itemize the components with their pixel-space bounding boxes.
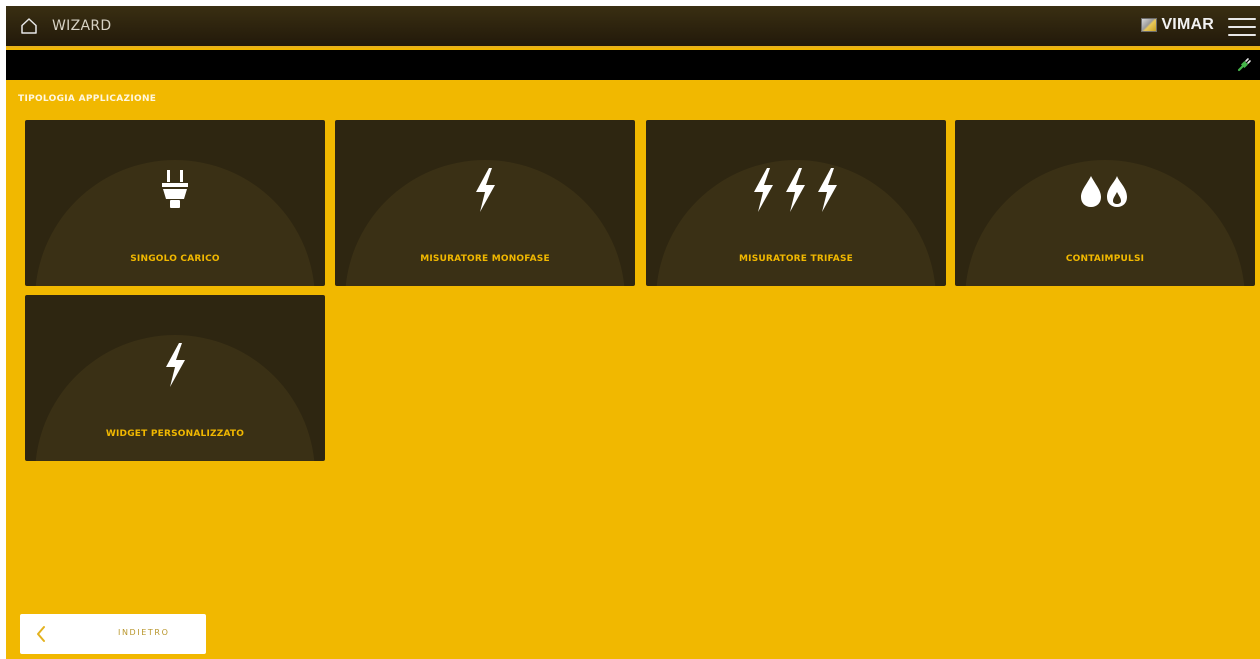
tile-widget-personalizzato[interactable]: WIDGET PERSONALIZZATO bbox=[25, 295, 325, 461]
brand-logo: VIMAR bbox=[1141, 16, 1214, 34]
hamburger-menu-icon[interactable] bbox=[1228, 15, 1256, 39]
back-button[interactable]: INDIETRO bbox=[20, 614, 206, 654]
back-button-label: INDIETRO bbox=[118, 628, 170, 637]
tile-label: MISURATORE MONOFASE bbox=[420, 254, 550, 264]
lightning-icon bbox=[476, 168, 495, 212]
vimar-logo-icon bbox=[1141, 18, 1158, 32]
home-icon bbox=[21, 18, 37, 34]
brand-name: VIMAR bbox=[1161, 16, 1214, 33]
tile-singolo-carico[interactable]: SINGOLO CARICO bbox=[25, 120, 325, 286]
screen-frame: WIZARD VIMAR TIPOLOGIA APPLICAZIONE SING… bbox=[0, 0, 1260, 659]
lightning-icon bbox=[166, 343, 185, 387]
tile-label: WIDGET PERSONALIZZATO bbox=[105, 429, 245, 439]
plug-connected-icon bbox=[1237, 58, 1251, 72]
app-window: WIZARD VIMAR TIPOLOGIA APPLICAZIONE SING… bbox=[6, 6, 1260, 659]
tile-label: CONTAIMPULSI bbox=[1065, 254, 1145, 264]
tile-misuratore-monofase[interactable]: MISURATORE MONOFASE bbox=[335, 120, 635, 286]
tile-label: SINGOLO CARICO bbox=[130, 254, 220, 264]
home-button[interactable] bbox=[6, 5, 52, 47]
water-gas-icon bbox=[1081, 176, 1127, 207]
plug-icon bbox=[162, 170, 188, 208]
tile-label: MISURATORE TRIFASE bbox=[738, 254, 854, 264]
tile-contaimpulsi[interactable]: CONTAIMPULSI bbox=[955, 120, 1255, 286]
tile-misuratore-trifase[interactable]: MISURATORE TRIFASE bbox=[646, 120, 946, 286]
status-bar bbox=[6, 50, 1260, 80]
page-title: WIZARD bbox=[52, 18, 112, 34]
triple-lightning-icon bbox=[754, 168, 837, 212]
top-bar: WIZARD VIMAR bbox=[6, 6, 1260, 48]
section-title: TIPOLOGIA APPLICAZIONE bbox=[18, 94, 157, 104]
chevron-left-icon bbox=[37, 626, 45, 642]
